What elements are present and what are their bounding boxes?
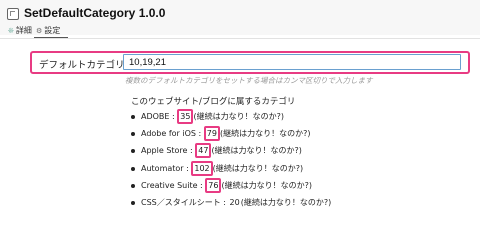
list-item: Adobe for iOS : 79 (継続は力なり！なのか?) <box>131 125 331 142</box>
list-item: Creative Suite : 76 (継続は力なり！なのか?) <box>131 177 331 194</box>
category-id: 35 <box>177 109 194 124</box>
category-separator: : <box>196 129 204 139</box>
tab-divider <box>0 38 480 39</box>
default-category-label: デフォルトカテゴリ <box>39 60 125 71</box>
category-name: Creative Suite <box>141 180 198 190</box>
tab-details[interactable]: ❊ 詳細 <box>8 26 32 36</box>
default-category-hint: 複数のデフォルトカテゴリをセットする場合はカンマ区切りで入力します <box>125 76 373 85</box>
tab-settings[interactable]: ⚙ 設定 <box>36 26 60 36</box>
tab-details-label: 詳細 <box>15 26 32 35</box>
category-id: 20 <box>229 197 240 207</box>
bullet-icon <box>131 132 135 137</box>
category-note: (継続は力なり！なのか?) <box>193 112 284 121</box>
category-separator: : <box>197 180 206 190</box>
category-name: CSS／スタイルシート <box>141 197 221 207</box>
category-separator: : <box>169 112 178 121</box>
bullet-icon <box>131 166 135 171</box>
category-id: 79 <box>203 126 220 142</box>
category-note: (継続は力なり！なのか?) <box>221 180 312 190</box>
category-separator: : <box>187 146 196 156</box>
category-id: 102 <box>191 160 213 176</box>
bullet-icon <box>131 200 135 205</box>
category-name: Apple Store <box>141 146 188 156</box>
category-name: ADOBE <box>141 112 170 121</box>
default-category-input[interactable] <box>123 54 461 70</box>
category-id: 47 <box>195 143 212 159</box>
category-separator: : <box>183 163 192 173</box>
category-list: ADOBE : 35 (継続は力なり！なのか?) Adobe for iOS : … <box>131 108 331 211</box>
category-note: (継続は力なり！なのか?) <box>211 146 302 156</box>
category-name: Automator <box>141 163 184 173</box>
plugin-icon <box>7 8 19 20</box>
bullet-icon <box>131 149 135 154</box>
category-separator: : <box>220 197 229 207</box>
category-name: Adobe for iOS <box>141 129 196 139</box>
category-note: (継続は力なり！なのか?) <box>212 163 304 173</box>
list-item: CSS／スタイルシート : 20(継続は力なり！なのか?) <box>131 194 331 211</box>
bullet-icon <box>131 183 135 188</box>
details-icon: ❊ <box>8 27 14 35</box>
category-note: (継続は力なり！なのか?) <box>219 129 311 139</box>
bullet-icon <box>131 115 135 119</box>
plugin-title: SetDefaultCategory 1.0.0 <box>24 6 166 20</box>
tab-settings-label: 設定 <box>44 26 61 35</box>
settings-icon: ⚙ <box>36 27 43 35</box>
category-id: 76 <box>205 177 222 193</box>
list-item: Automator : 102 (継続は力なり！なのか?) <box>131 160 331 177</box>
category-note: (継続は力なり！なのか?) <box>240 197 332 207</box>
list-item: Apple Store : 47 (継続は力なり！なのか?) <box>131 142 331 159</box>
list-item: ADOBE : 35 (継続は力なり！なのか?) <box>131 108 331 125</box>
blog-categories-heading: このウェブサイト/ブログに属するカテゴリ <box>131 97 296 107</box>
